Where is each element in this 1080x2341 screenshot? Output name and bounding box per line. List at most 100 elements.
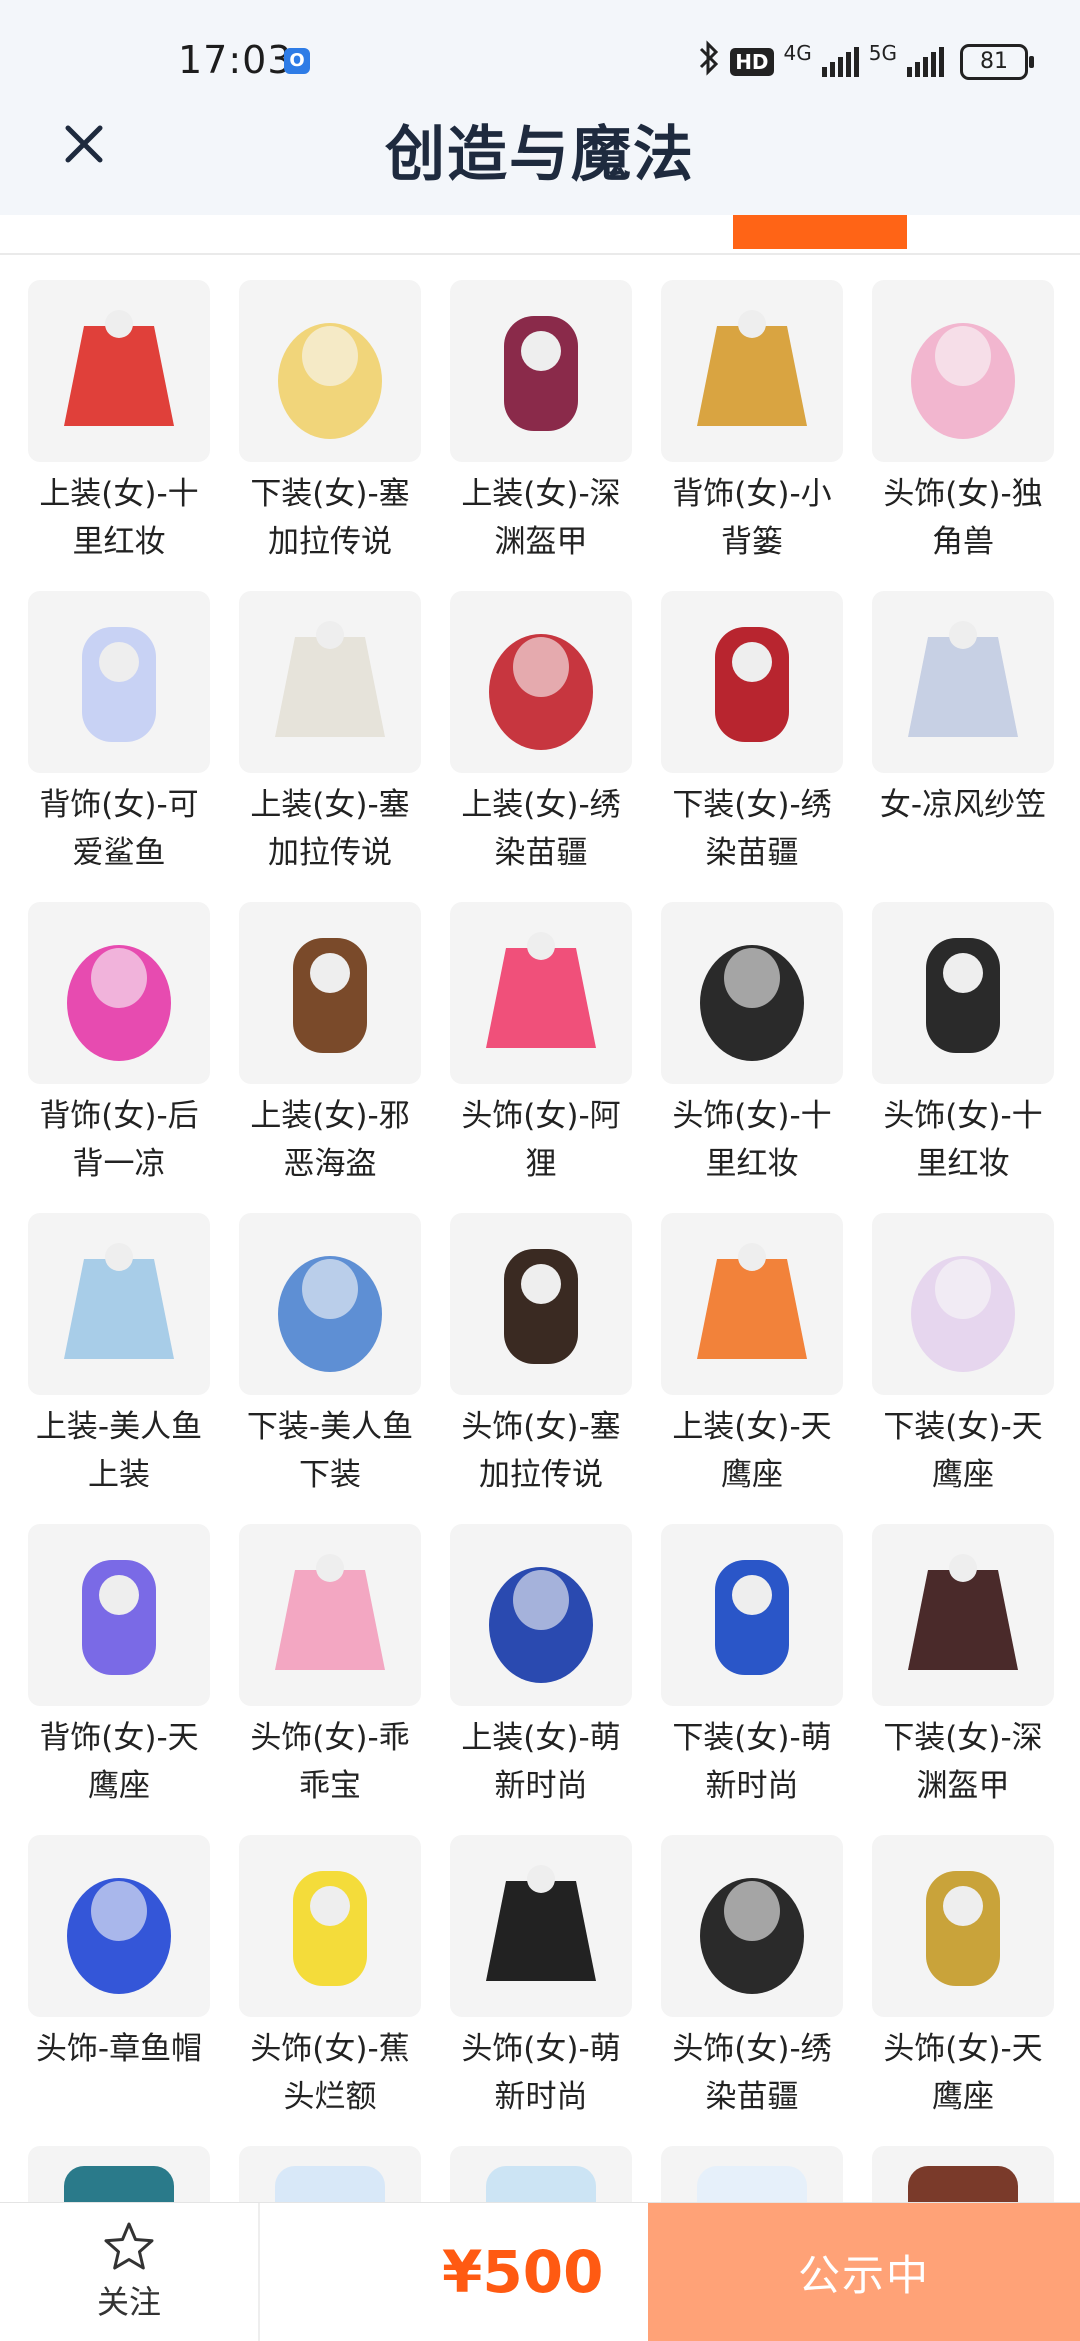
item-label: 上装(女)-天鹰座 (672, 1409, 832, 1493)
item-card[interactable]: 上装(女)-塞加拉传说 (239, 591, 421, 902)
item-thumbnail[interactable] (872, 280, 1054, 462)
item-thumbnail[interactable] (28, 1524, 210, 1706)
item-card[interactable]: 上装(女)-邪恶海盗 (239, 902, 421, 1213)
item-image-icon (908, 2166, 1018, 2206)
item-card[interactable]: 女-凉风纱笠 (872, 591, 1054, 902)
item-thumbnail[interactable] (239, 591, 421, 773)
item-card[interactable]: 下装-美人鱼下装 (239, 1213, 421, 1524)
item-thumbnail-partial[interactable] (661, 2146, 843, 2206)
item-image-icon (82, 1560, 156, 1675)
item-thumbnail[interactable] (450, 1524, 632, 1706)
status-icons: HD 4G 5G 81 (698, 39, 1034, 84)
item-thumbnail[interactable] (661, 1835, 843, 2017)
item-thumbnail-partial[interactable] (28, 2146, 210, 2206)
item-card[interactable]: 头饰-章鱼帽 (28, 1835, 210, 2146)
item-label: 背饰(女)-小背篓 (672, 476, 832, 560)
item-image-icon (926, 938, 1000, 1053)
item-label: 上装(女)-深渊盔甲 (461, 476, 621, 560)
item-thumbnail[interactable] (661, 1213, 843, 1395)
item-thumbnail[interactable] (28, 591, 210, 773)
item-thumbnail[interactable] (661, 591, 843, 773)
item-card[interactable]: 下装(女)-萌新时尚 (661, 1524, 843, 1835)
item-card[interactable]: 背饰(女)-天鹰座 (28, 1524, 210, 1835)
item-card[interactable]: 头饰(女)-天鹰座 (872, 1835, 1054, 2146)
battery-icon: 81 (960, 44, 1034, 80)
item-thumbnail[interactable] (450, 591, 632, 773)
item-card[interactable]: 上装(女)-萌新时尚 (450, 1524, 632, 1835)
item-card[interactable]: 背饰(女)-后背一凉 (28, 902, 210, 1213)
item-label: 头饰(女)-十里红妆 (672, 1098, 832, 1182)
item-image-icon (697, 2166, 807, 2206)
item-image-icon (926, 1871, 1000, 1986)
item-card[interactable]: 上装-美人鱼上装 (28, 1213, 210, 1524)
item-thumbnail[interactable] (450, 902, 632, 1084)
item-thumbnail[interactable] (239, 280, 421, 462)
item-card[interactable]: 上装(女)-绣染苗疆 (450, 591, 632, 902)
item-thumbnail[interactable] (450, 1213, 632, 1395)
item-thumbnail[interactable] (28, 1835, 210, 2017)
item-card[interactable]: 头饰(女)-蕉头烂额 (239, 1835, 421, 2146)
item-image-icon (64, 310, 174, 426)
item-thumbnail[interactable] (239, 1213, 421, 1395)
item-thumbnail[interactable] (28, 1213, 210, 1395)
item-thumbnail[interactable] (239, 902, 421, 1084)
item-thumbnail-partial[interactable] (872, 2146, 1054, 2206)
network-4g-label: 4G (783, 41, 812, 65)
item-thumbnail[interactable] (450, 280, 632, 462)
item-image-icon (700, 1878, 804, 1994)
item-card[interactable]: 下装(女)-深渊盔甲 (872, 1524, 1054, 1835)
item-thumbnail[interactable] (872, 902, 1054, 1084)
item-image-icon (67, 1878, 171, 1994)
item-thumbnail[interactable] (450, 1835, 632, 2017)
item-thumbnail[interactable] (872, 1835, 1054, 2017)
item-label: 女-凉风纱笠 (879, 787, 1047, 823)
item-card[interactable]: 头饰(女)-萌新时尚 (450, 1835, 632, 2146)
item-card[interactable]: 上装(女)-深渊盔甲 (450, 280, 632, 591)
item-thumbnail-partial[interactable] (239, 2146, 421, 2206)
follow-button[interactable]: 关注 (0, 2203, 260, 2341)
item-thumbnail-partial[interactable] (450, 2146, 632, 2206)
item-card[interactable]: 背饰(女)-可爱鲨鱼 (28, 591, 210, 902)
item-card[interactable]: 头饰(女)-阿狸 (450, 902, 632, 1213)
item-label: 头饰(女)-十里红妆 (883, 1098, 1043, 1182)
item-card[interactable]: 头饰(女)-十里红妆 (661, 902, 843, 1213)
item-card[interactable]: 下装(女)-塞加拉传说 (239, 280, 421, 591)
public-notice-button[interactable]: 公示中 (648, 2203, 1080, 2341)
item-image-icon (293, 938, 367, 1053)
item-card[interactable]: 上装(女)-天鹰座 (661, 1213, 843, 1524)
item-label: 头饰(女)-蕉头烂额 (250, 2031, 410, 2115)
hd-badge: HD (730, 48, 774, 76)
item-thumbnail[interactable] (28, 902, 210, 1084)
item-image-icon (911, 1256, 1015, 1372)
item-card[interactable]: 头饰(女)-绣染苗疆 (661, 1835, 843, 2146)
item-card[interactable]: 上装(女)-十里红妆 (28, 280, 210, 591)
star-outline-icon (104, 2222, 154, 2270)
item-image-icon (504, 316, 578, 431)
page-title: 创造与魔法 (385, 120, 695, 190)
item-thumbnail[interactable] (239, 1524, 421, 1706)
status-bar: 17:03 O HD 4G 5G 81 (0, 0, 1080, 120)
item-label: 头饰(女)-萌新时尚 (461, 2031, 621, 2115)
item-card[interactable]: 下装(女)-绣染苗疆 (661, 591, 843, 902)
item-card[interactable]: 头饰(女)-十里红妆 (872, 902, 1054, 1213)
item-image-icon (486, 932, 596, 1048)
item-label: 下装(女)-塞加拉传说 (250, 476, 410, 560)
header: 17:03 O HD 4G 5G 81 创造与魔法 (0, 0, 1080, 215)
item-thumbnail[interactable] (661, 280, 843, 462)
item-image-icon (82, 627, 156, 742)
item-thumbnail[interactable] (239, 1835, 421, 2017)
item-thumbnail[interactable] (661, 902, 843, 1084)
item-thumbnail[interactable] (661, 1524, 843, 1706)
item-thumbnail[interactable] (872, 1213, 1054, 1395)
item-card[interactable]: 背饰(女)-小背篓 (661, 280, 843, 591)
item-label: 背饰(女)-天鹰座 (39, 1720, 199, 1804)
item-thumbnail[interactable] (28, 280, 210, 462)
item-card[interactable]: 头饰(女)-塞加拉传说 (450, 1213, 632, 1524)
item-thumbnail[interactable] (872, 591, 1054, 773)
item-card[interactable]: 头饰(女)-乖乖宝 (239, 1524, 421, 1835)
tab-strip (0, 215, 1080, 255)
item-image-icon (908, 621, 1018, 737)
item-thumbnail[interactable] (872, 1524, 1054, 1706)
item-card[interactable]: 下装(女)-天鹰座 (872, 1213, 1054, 1524)
item-card[interactable]: 头饰(女)-独角兽 (872, 280, 1054, 591)
